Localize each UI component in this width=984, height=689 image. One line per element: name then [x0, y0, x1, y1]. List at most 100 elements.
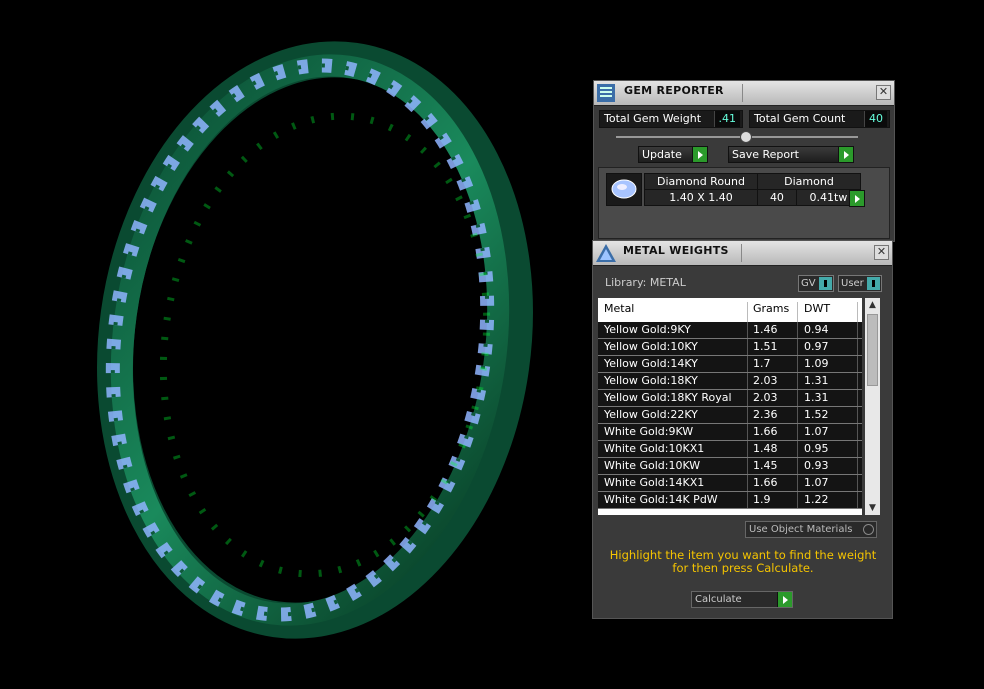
library-label: Library: METAL — [605, 276, 686, 289]
grams-cell: 1.51 — [753, 340, 778, 353]
column-header-dwt[interactable]: DWT — [804, 302, 830, 315]
grams-cell: 1.9 — [753, 493, 771, 506]
instruction-note: Highlight the item you want to find the … — [609, 548, 877, 575]
gv-button[interactable]: GV — [798, 275, 834, 292]
gem-reporter-close-button[interactable]: ✕ — [876, 85, 891, 100]
dwt-cell: 0.93 — [804, 459, 829, 472]
table-row[interactable]: Yellow Gold:10KY 1.51 0.97 — [598, 339, 862, 356]
user-info-icon — [867, 277, 880, 290]
column-header-grams[interactable]: Grams — [753, 302, 789, 315]
total-gem-count-label: Total Gem Count — [754, 112, 846, 125]
save-report-arrow-icon — [838, 147, 853, 162]
grams-cell: 2.03 — [753, 374, 778, 387]
use-object-materials-toggle[interactable]: Use Object Materials — [745, 521, 877, 538]
gem-reporter-titlebar[interactable]: GEM REPORTER ✕ — [594, 81, 894, 106]
dwt-cell: 1.31 — [804, 374, 829, 387]
dwt-cell: 0.97 — [804, 340, 829, 353]
table-row[interactable]: Yellow Gold:18KY 2.03 1.31 — [598, 373, 862, 390]
grams-cell: 1.46 — [753, 323, 778, 336]
metal-weights-panel: METAL WEIGHTS ✕ Library: METAL GV User M… — [592, 240, 893, 619]
dwt-cell: 0.94 — [804, 323, 829, 336]
column-header-metal[interactable]: Metal — [604, 302, 634, 315]
grams-cell: 1.66 — [753, 476, 778, 489]
calculate-button-label: Calculate — [695, 594, 742, 605]
update-button-label: Update — [642, 148, 682, 161]
title-divider — [741, 244, 742, 262]
gv-button-label: GV — [801, 278, 816, 289]
gem-reporter-icon — [596, 83, 616, 103]
scrollbar-thumb[interactable] — [867, 314, 878, 386]
metal-cell: White Gold:14KX1 — [604, 476, 705, 489]
metal-weights-titlebar[interactable]: METAL WEIGHTS ✕ — [593, 241, 892, 266]
metal-table-body: Yellow Gold:9KY 1.46 0.94 Yellow Gold:10KY 1… — [598, 322, 862, 509]
title-divider — [742, 84, 743, 102]
update-button[interactable]: Update — [638, 146, 708, 163]
dwt-cell: 1.07 — [804, 425, 829, 438]
scroll-up-icon[interactable]: ▲ — [865, 298, 880, 312]
dwt-cell: 1.07 — [804, 476, 829, 489]
metal-cell: White Gold:14K PdW — [604, 493, 718, 506]
metal-cell: Yellow Gold:22KY — [604, 408, 698, 421]
gem-type: Diamond — [757, 173, 861, 190]
gem-list: Diamond Round Diamond 1.40 X 1.40 40 0.4… — [598, 167, 890, 239]
grams-cell: 1.66 — [753, 425, 778, 438]
grams-cell: 2.03 — [753, 391, 778, 404]
total-gem-weight-value: .41 — [713, 111, 740, 127]
metal-cell: Yellow Gold:10KY — [604, 340, 698, 353]
dwt-cell: 1.31 — [804, 391, 829, 404]
toggle-indicator-icon — [863, 524, 874, 535]
table-row[interactable]: Yellow Gold:9KY 1.46 0.94 — [598, 322, 862, 339]
gem-reporter-panel: GEM REPORTER ✕ Total Gem Weight .41 Tota… — [593, 80, 895, 242]
gem-row-arrow-button[interactable] — [849, 190, 865, 207]
update-arrow-icon — [692, 147, 707, 162]
grams-cell: 1.7 — [753, 357, 771, 370]
save-report-button-label: Save Report — [732, 148, 799, 161]
total-gem-weight-label: Total Gem Weight — [604, 112, 702, 125]
metal-table-header: Metal Grams DWT — [598, 298, 862, 324]
metal-cell: White Gold:10KW — [604, 459, 701, 472]
3d-viewport[interactable] — [0, 0, 590, 686]
metal-weights-icon — [595, 243, 616, 263]
gem-reporter-title: GEM REPORTER — [624, 84, 724, 97]
scroll-down-icon[interactable]: ▼ — [865, 501, 880, 515]
table-row[interactable]: Yellow Gold:22KY 2.36 1.52 — [598, 407, 862, 424]
save-report-button[interactable]: Save Report — [728, 146, 854, 163]
dwt-cell: 1.22 — [804, 493, 829, 506]
metal-cell: Yellow Gold:18KY Royal — [604, 391, 732, 404]
metal-weights-title: METAL WEIGHTS — [623, 244, 729, 257]
dwt-cell: 1.09 — [804, 357, 829, 370]
metal-cell: White Gold:10KX1 — [604, 442, 705, 455]
metal-cell: Yellow Gold:9KY — [604, 323, 691, 336]
gem-size: 1.40 X 1.40 — [644, 189, 758, 206]
dwt-cell: 1.52 — [804, 408, 829, 421]
total-gem-count-field: Total Gem Count 40 — [749, 110, 890, 128]
slider-knob[interactable] — [740, 131, 752, 143]
user-button[interactable]: User — [838, 275, 882, 292]
metal-table-scrollbar[interactable]: ▲ ▼ — [865, 298, 880, 515]
table-row[interactable]: Yellow Gold:18KY Royal 2.03 1.31 — [598, 390, 862, 407]
table-row[interactable]: Yellow Gold:14KY 1.7 1.09 — [598, 356, 862, 373]
metal-cell: Yellow Gold:14KY — [604, 357, 698, 370]
table-row[interactable]: White Gold:9KW 1.66 1.07 — [598, 424, 862, 441]
calculate-arrow-icon — [777, 592, 792, 607]
calculate-button[interactable]: Calculate — [691, 591, 793, 608]
gem-shape: Diamond Round — [644, 173, 758, 190]
table-row[interactable]: White Gold:14K PdW 1.9 1.22 — [598, 492, 862, 509]
total-gem-weight-field: Total Gem Weight .41 — [599, 110, 743, 128]
gv-info-icon — [819, 277, 832, 290]
user-button-label: User — [841, 278, 864, 289]
dwt-cell: 0.95 — [804, 442, 829, 455]
metal-cell: White Gold:9KW — [604, 425, 694, 438]
panel-slider[interactable] — [616, 131, 858, 143]
ring-model[interactable] — [0, 0, 590, 686]
table-row[interactable]: White Gold:10KW 1.45 0.93 — [598, 458, 862, 475]
total-gem-count-value: 40 — [864, 111, 887, 127]
metal-weights-close-button[interactable]: ✕ — [874, 245, 889, 260]
table-row[interactable]: White Gold:10KX1 1.48 0.95 — [598, 441, 862, 458]
grams-cell: 2.36 — [753, 408, 778, 421]
table-row[interactable]: White Gold:14KX1 1.66 1.07 — [598, 475, 862, 492]
grams-cell: 1.48 — [753, 442, 778, 455]
gem-table: Diamond Round Diamond 1.40 X 1.40 40 0.4… — [644, 173, 862, 206]
metal-table[interactable]: Metal Grams DWT Yellow Gold:9KY 1.46 0.94 Y… — [598, 298, 862, 515]
use-object-materials-label: Use Object Materials — [749, 524, 853, 535]
